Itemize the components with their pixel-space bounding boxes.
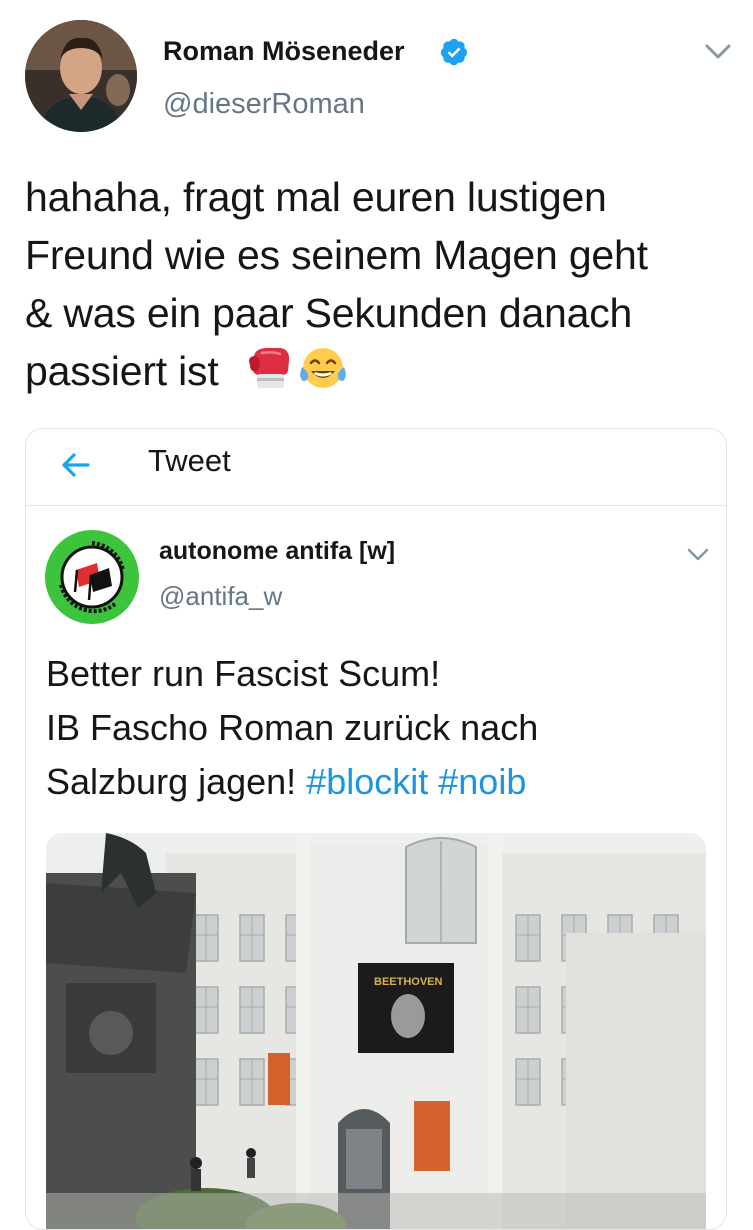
antifa-logo-icon xyxy=(45,530,139,624)
embedded-tweet-text: Better run Fascist Scum! IB Fascho Roman… xyxy=(46,647,716,809)
tears-of-joy-icon xyxy=(299,348,346,388)
avatar[interactable] xyxy=(45,530,139,624)
embedded-author-handle[interactable]: @antifa_w xyxy=(159,581,282,612)
boxing-glove-icon xyxy=(248,348,289,388)
chevron-down-icon[interactable] xyxy=(686,547,710,563)
author-handle[interactable]: @dieserRoman xyxy=(163,88,365,121)
verified-badge-icon xyxy=(440,38,468,66)
building-photo: BEETHOVEN xyxy=(46,833,706,1229)
card-header-title: Tweet xyxy=(148,443,231,478)
embedded-text-line: Better run Fascist Scum! xyxy=(46,653,441,694)
embedded-author-display-name[interactable]: autonome antifa [w] xyxy=(159,537,395,566)
embedded-tweet-card[interactable]: Tweet autonome antifa [w] @antifa_w Bett… xyxy=(25,428,727,1230)
tweet-text-line: & was ein paar Sekunden danach xyxy=(25,290,633,336)
tweet-text-line-last: passiert ist xyxy=(25,342,740,400)
author-display-name[interactable]: Roman Möseneder xyxy=(163,36,405,67)
card-header-bar: Tweet xyxy=(26,429,726,506)
avatar[interactable] xyxy=(25,20,137,132)
embedded-photo[interactable]: BEETHOVEN xyxy=(46,833,706,1229)
embedded-text-line: Salzburg jagen! xyxy=(46,761,297,802)
chevron-down-icon[interactable] xyxy=(704,42,732,62)
embedded-text-line-last: Salzburg jagen! #blockit #noib xyxy=(46,755,716,809)
hashtag-link[interactable]: #noib xyxy=(438,761,526,802)
banner-text: BEETHOVEN xyxy=(374,976,443,988)
tweet-text-line: Freund wie es seinem Magen geht xyxy=(25,232,648,278)
tweet-text-line: passiert ist xyxy=(25,348,219,394)
hashtag-link[interactable]: #blockit xyxy=(306,761,428,802)
back-arrow-icon[interactable] xyxy=(58,447,94,483)
tweet-text: hahaha, fragt mal euren lustigen Freund … xyxy=(25,168,740,400)
embedded-text-line: IB Fascho Roman zurück nach xyxy=(46,707,539,748)
tweet-text-line: hahaha, fragt mal euren lustigen xyxy=(25,174,607,220)
avatar-photo xyxy=(25,20,137,132)
